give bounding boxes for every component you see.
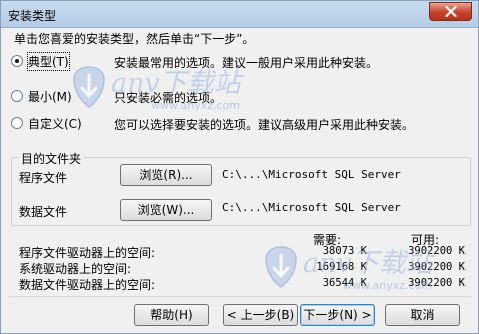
data-files-label: 数据文件 xyxy=(19,205,68,219)
option-typical-description: 安装最常用的选项。建议一般用户采用此种安装。 xyxy=(114,56,379,70)
space-row-available: 3902200 K xyxy=(408,245,465,257)
space-row-label: 数据文件驱动器上的空间: xyxy=(19,278,156,292)
data-files-path: C:\...\Microsoft SQL Server xyxy=(222,201,401,214)
cancel-button[interactable]: 取消 xyxy=(385,304,460,326)
window-title: 安装类型 xyxy=(8,9,57,23)
space-row-available: 3902200 K xyxy=(408,277,465,289)
space-row-required: 38073 K xyxy=(322,245,367,257)
close-button[interactable] xyxy=(429,2,472,21)
option-minimum-description: 只安装必需的选项。 xyxy=(114,91,223,105)
watermark-shield-icon xyxy=(73,66,105,108)
program-files-path: C:\...\Microsoft SQL Server xyxy=(222,168,401,181)
space-row-required: 36544 K xyxy=(322,277,367,289)
button-separator xyxy=(9,296,471,297)
instruction-text: 单击您喜爱的安装类型，然后单击“下一步”。 xyxy=(14,32,255,46)
radio-custom[interactable] xyxy=(11,117,23,129)
radio-minimum[interactable] xyxy=(11,90,23,102)
option-custom-description: 您可以选择要安装的选项。建议高级用户采用此种安装。 xyxy=(114,118,415,132)
program-files-label: 程序文件 xyxy=(19,171,68,185)
next-button[interactable]: 下一步(N) > xyxy=(300,304,375,326)
space-row-label: 程序文件驱动器上的空间: xyxy=(19,246,156,260)
back-button[interactable]: < 上一步(B) xyxy=(223,304,298,326)
option-typical-label[interactable]: 典型(T) xyxy=(27,51,70,71)
destination-group-title: 目的文件夹 xyxy=(19,150,84,167)
space-row-label: 系统驱动器上的空间: xyxy=(19,262,132,276)
close-icon xyxy=(444,6,457,17)
browse-data-files-button[interactable]: 浏览(W)... xyxy=(120,199,212,221)
space-row-available: 3902200 K xyxy=(408,261,465,273)
watermark-shield-icon xyxy=(265,246,297,288)
option-custom[interactable]: 自定义(C) xyxy=(11,114,82,132)
radio-typical[interactable] xyxy=(11,55,23,67)
title-bar[interactable]: 安装类型 xyxy=(1,1,478,28)
help-button[interactable]: 帮助(H) xyxy=(134,304,209,326)
installer-window: 安装类型 单击您喜爱的安装类型，然后单击“下一步”。 典型(T) 安装最常用的选… xyxy=(0,0,479,334)
option-typical[interactable]: 典型(T) xyxy=(11,51,70,71)
browse-program-files-button[interactable]: 浏览(R)... xyxy=(120,164,212,186)
option-custom-label[interactable]: 自定义(C) xyxy=(28,115,82,132)
space-row-required: 169168 K xyxy=(316,261,367,273)
option-minimum[interactable]: 最小(M) xyxy=(11,87,72,105)
option-minimum-label[interactable]: 最小(M) xyxy=(28,88,72,105)
